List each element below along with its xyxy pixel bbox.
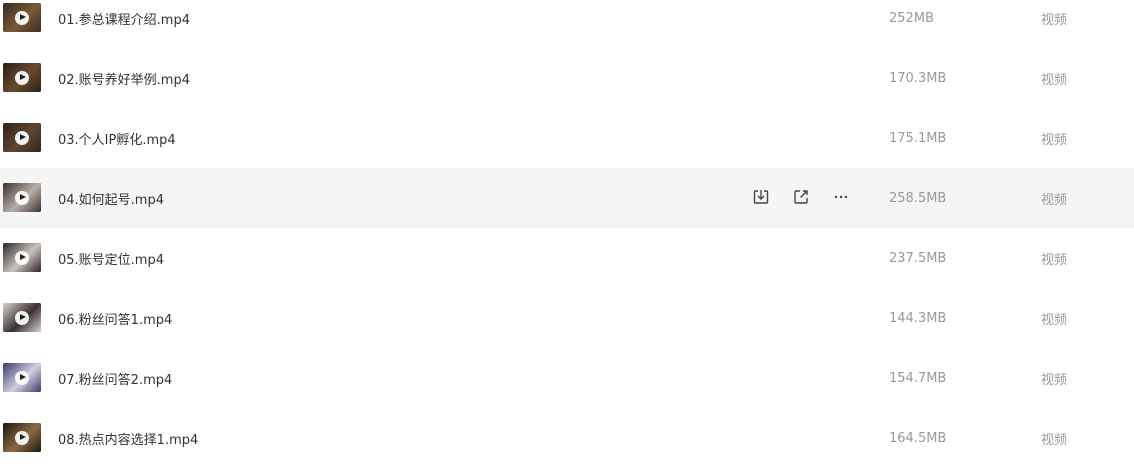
play-icon: [15, 430, 29, 445]
video-thumbnail[interactable]: [3, 63, 41, 92]
file-size: 252MB: [889, 10, 934, 26]
file-size: 164.5MB: [889, 430, 947, 446]
file-name[interactable]: 04.如何起号.mp4: [58, 189, 164, 208]
play-icon: [15, 310, 29, 325]
play-icon: [15, 10, 29, 25]
file-row[interactable]: 03.个人IP孵化.mp4 175.1MB 视频: [0, 108, 1134, 168]
file-name[interactable]: 08.热点内容选择1.mp4: [58, 429, 198, 448]
file-size: 175.1MB: [889, 130, 947, 146]
file-size: 154.7MB: [889, 370, 947, 386]
file-type: 视频: [1041, 252, 1068, 268]
file-row[interactable]: 06.粉丝问答1.mp4 144.3MB 视频: [0, 288, 1134, 348]
video-thumbnail[interactable]: [3, 423, 41, 452]
video-thumbnail[interactable]: [3, 363, 41, 392]
file-type: 视频: [1041, 372, 1068, 388]
play-icon: [15, 250, 29, 265]
file-size: 144.3MB: [889, 310, 947, 326]
more-button[interactable]: [830, 186, 852, 208]
file-name[interactable]: 07.粉丝问答2.mp4: [58, 369, 172, 388]
file-row[interactable]: 08.热点内容选择1.mp4 164.5MB 视频: [0, 408, 1134, 468]
file-size: 170.3MB: [889, 70, 947, 86]
share-button[interactable]: [790, 186, 812, 208]
play-icon: [15, 70, 29, 85]
file-type: 视频: [1041, 312, 1068, 328]
video-thumbnail[interactable]: [3, 183, 41, 212]
row-actions: [750, 186, 852, 208]
video-thumbnail[interactable]: [3, 3, 41, 32]
video-thumbnail[interactable]: [3, 123, 41, 152]
download-button[interactable]: [750, 186, 772, 208]
more-icon: [832, 188, 850, 206]
play-icon: [15, 370, 29, 385]
file-name[interactable]: 02.账号养好举例.mp4: [58, 69, 190, 88]
download-icon: [752, 188, 770, 206]
file-name[interactable]: 03.个人IP孵化.mp4: [58, 129, 176, 148]
file-list: 01.参总课程介绍.mp4 252MB 视频 02.账号养好举例.mp4 170.3MB…: [0, 0, 1134, 459]
file-name[interactable]: 01.参总课程介绍.mp4: [58, 9, 190, 28]
file-type: 视频: [1041, 72, 1068, 88]
video-thumbnail[interactable]: [3, 243, 41, 272]
file-type: 视频: [1041, 12, 1068, 28]
file-type: 视频: [1041, 432, 1068, 448]
file-row[interactable]: 02.账号养好举例.mp4 170.3MB 视频: [0, 48, 1134, 108]
share-icon: [792, 188, 810, 206]
file-name[interactable]: 05.账号定位.mp4: [58, 249, 164, 268]
file-name[interactable]: 06.粉丝问答1.mp4: [58, 309, 172, 328]
file-type: 视频: [1041, 192, 1068, 208]
play-icon: [15, 130, 29, 145]
file-size: 237.5MB: [889, 250, 947, 266]
video-thumbnail[interactable]: [3, 303, 41, 332]
file-row[interactable]: 01.参总课程介绍.mp4 252MB 视频: [0, 0, 1134, 48]
file-type: 视频: [1041, 132, 1068, 148]
file-size: 258.5MB: [889, 190, 947, 206]
file-row[interactable]: 05.账号定位.mp4 237.5MB 视频: [0, 228, 1134, 288]
file-row[interactable]: 04.如何起号.mp4 258.5MB 视频: [0, 168, 1134, 228]
file-row[interactable]: 07.粉丝问答2.mp4 154.7MB 视频: [0, 348, 1134, 408]
play-icon: [15, 190, 29, 205]
